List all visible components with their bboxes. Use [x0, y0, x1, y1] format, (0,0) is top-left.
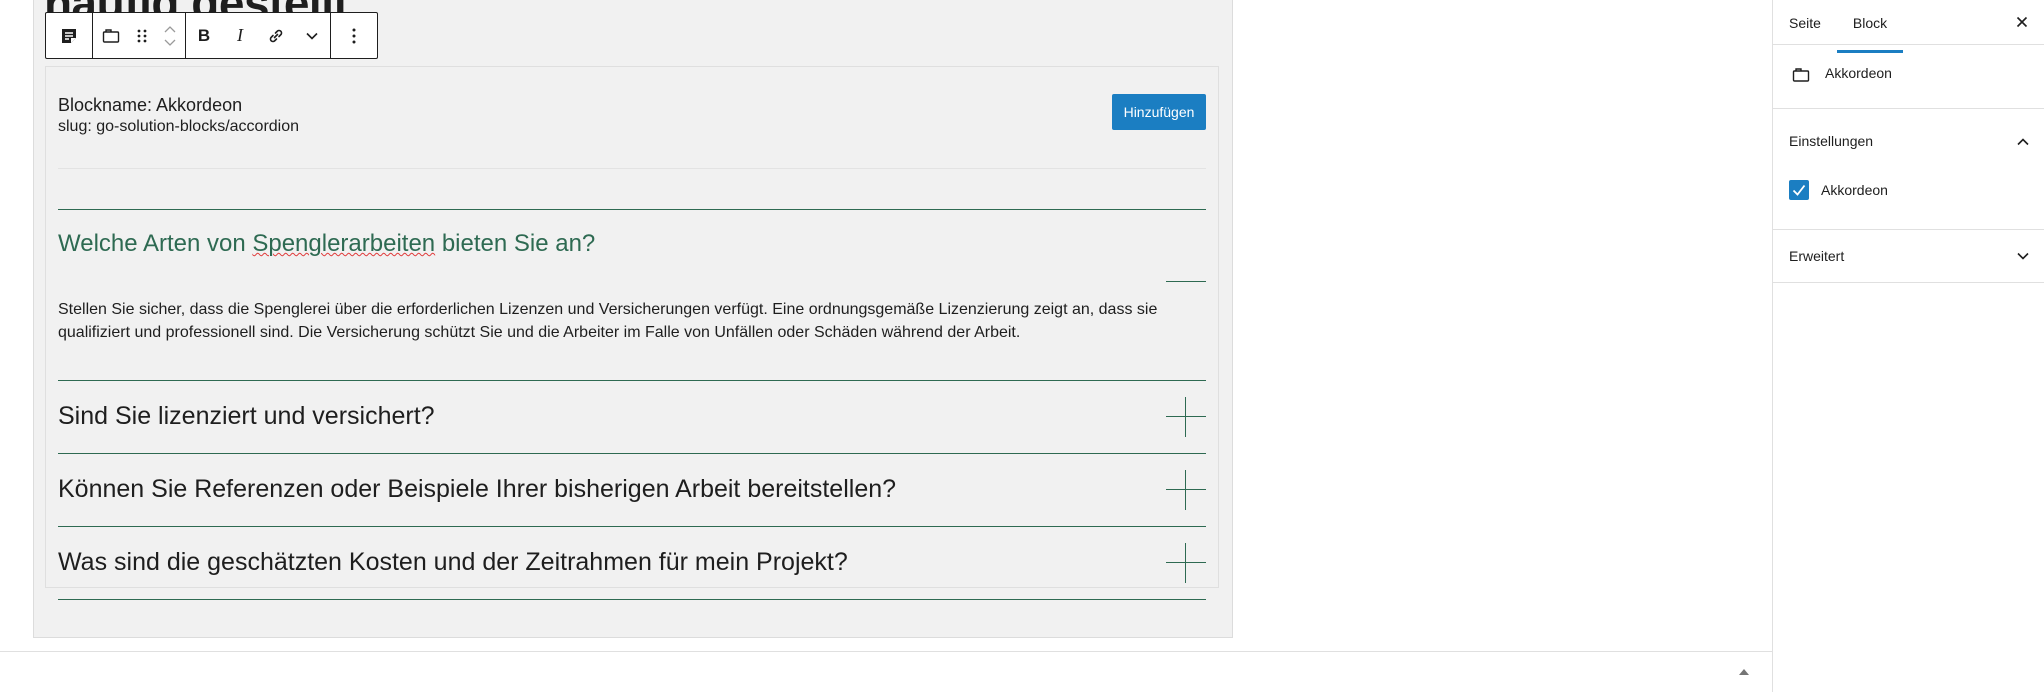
check-icon	[1792, 184, 1806, 196]
panel-einstellungen-toggle[interactable]: Einstellungen	[1773, 109, 2044, 176]
panel-einstellungen: Einstellungen Akkordeon	[1773, 109, 2044, 230]
accordion: Welche Arten von Spenglerarbeiten bieten…	[58, 209, 1206, 600]
sidebar-tabs: Seite Block	[1773, 0, 2044, 53]
accordion-block[interactable]: Blockname: Akkordeon slug: go-solution-b…	[45, 66, 1219, 600]
add-button[interactable]: Hinzufügen	[1112, 94, 1206, 130]
panel-erweitert-toggle[interactable]: Erweitert	[1773, 230, 2044, 282]
more-vertical-icon[interactable]	[331, 13, 377, 58]
accordion-block-icon[interactable]	[93, 13, 129, 58]
accordion-question[interactable]: Was sind die geschätzten Kosten und der …	[58, 548, 848, 577]
checkbox-label[interactable]: Akkordeon	[1821, 182, 1888, 198]
link-icon[interactable]	[258, 13, 294, 58]
accordion-item-open[interactable]: Welche Arten von Spenglerarbeiten bieten…	[58, 210, 1206, 284]
tab-block[interactable]: Block	[1837, 0, 1903, 45]
accordion-item[interactable]: Können Sie Referenzen oder Beispiele Ihr…	[58, 453, 1206, 526]
italic-label: I	[237, 25, 243, 45]
chevron-down-icon[interactable]	[163, 36, 177, 50]
accordion-checkbox[interactable]	[1789, 180, 1809, 200]
panel-title: Erweitert	[1789, 248, 1845, 264]
expand-plus-icon[interactable]	[1166, 543, 1206, 583]
toolbar-options-group	[331, 13, 377, 58]
accordion-block-icon	[1791, 65, 1811, 90]
panel-title: Einstellungen	[1789, 133, 1874, 149]
chevron-up-icon[interactable]	[163, 22, 177, 36]
accordion-question[interactable]: Sind Sie lizenziert und versichert?	[58, 402, 435, 431]
block-card: Akkordeon	[1773, 45, 2044, 109]
form-icon[interactable]	[46, 13, 92, 58]
tab-seite[interactable]: Seite	[1789, 0, 1821, 45]
accordion-question[interactable]: Welche Arten von Spenglerarbeiten bieten…	[58, 230, 595, 258]
accordion-answer[interactable]: Stellen Sie sicher, dass die Spenglerei …	[58, 284, 1206, 380]
block-movers	[155, 13, 185, 58]
panel-body: Akkordeon	[1773, 176, 2044, 229]
more-rich-text-chevron-down-icon[interactable]	[294, 13, 330, 58]
divider	[58, 168, 1206, 169]
collapse-minus-icon[interactable]	[1166, 281, 1206, 282]
expand-plus-icon[interactable]	[1166, 397, 1206, 437]
block-toolbar: B I	[45, 12, 378, 59]
block-name: Blockname: Akkordeon	[58, 95, 243, 115]
italic-button[interactable]: I	[222, 13, 258, 58]
accordion-question[interactable]: Können Sie Referenzen oder Beispiele Ihr…	[58, 475, 896, 504]
chevron-down-icon	[2014, 247, 2032, 265]
chevron-up-icon	[2014, 133, 2032, 151]
bold-label: B	[197, 25, 211, 45]
drag-handle-icon[interactable]	[129, 13, 155, 58]
accordion-item[interactable]: Was sind die geschätzten Kosten und der …	[58, 526, 1206, 599]
caret-up-icon[interactable]	[1736, 664, 1752, 680]
editor-canvas: häufig gestellt B I	[0, 0, 1772, 692]
expand-plus-icon[interactable]	[1166, 470, 1206, 510]
block-slug: slug: go-solution-blocks/accordion	[58, 118, 300, 135]
editor-footer	[0, 651, 1772, 692]
toolbar-parent-group	[46, 13, 93, 58]
bold-button[interactable]: B	[186, 13, 222, 58]
question-part: Welche Arten von	[58, 230, 253, 257]
toolbar-format-group: B I	[186, 13, 331, 58]
toolbar-block-group	[93, 13, 186, 58]
accordion-divider	[58, 599, 1206, 600]
accordion-item[interactable]: Sind Sie lizenziert und versichert?	[58, 380, 1206, 453]
panel-erweitert: Erweitert	[1773, 230, 2044, 283]
misspelled-word: Spenglerarbeiten	[252, 230, 436, 257]
settings-sidebar: Seite Block Akkordeon Einstellungen Akko…	[1772, 0, 2044, 692]
block-card-title: Akkordeon	[1825, 65, 1892, 81]
close-icon[interactable]	[2012, 12, 2032, 32]
question-part: bieten Sie an?	[435, 230, 596, 257]
